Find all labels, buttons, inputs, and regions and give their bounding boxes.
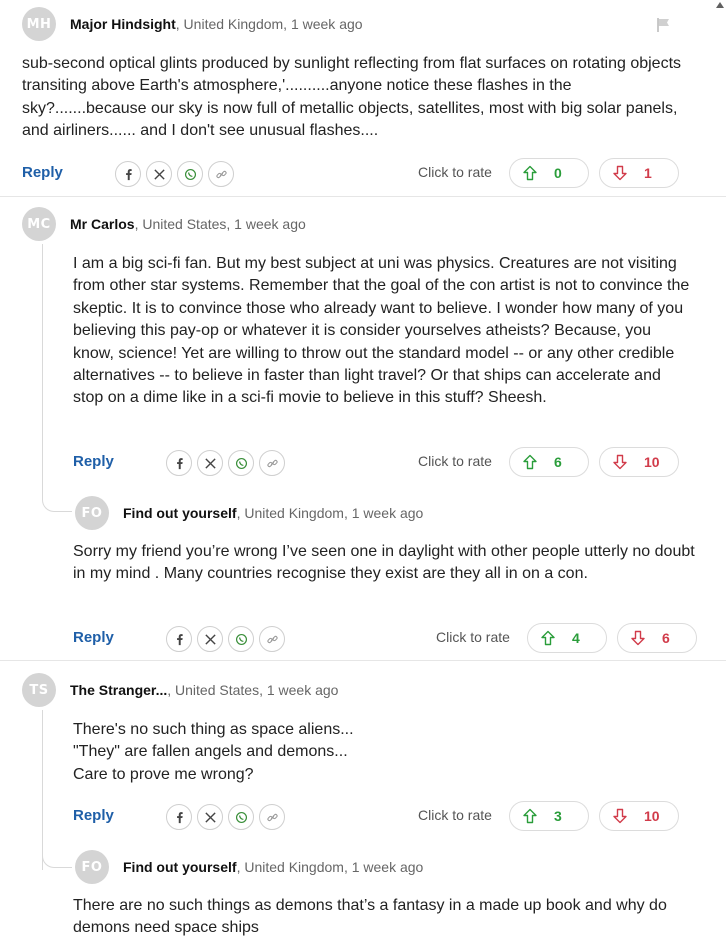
comment-reply: FO Find out yourself , United Kingdom, 1… [0, 494, 726, 660]
arrow-down-icon [631, 630, 645, 646]
arrow-down-icon [613, 165, 627, 181]
rate-label: Click to rate [418, 453, 492, 469]
avatar: TS [22, 673, 56, 707]
reply-button[interactable]: Reply [73, 629, 114, 646]
comment-author[interactable]: Find out yourself [123, 505, 237, 521]
rate-label: Click to rate [418, 807, 492, 823]
whatsapp-icon[interactable] [228, 626, 254, 652]
report-flag-icon[interactable] [656, 17, 672, 33]
share-buttons [166, 450, 285, 476]
whatsapp-icon[interactable] [177, 161, 203, 187]
link-icon[interactable] [208, 161, 234, 187]
downvote-count: 10 [644, 454, 660, 470]
comment-author[interactable]: Major Hindsight [70, 16, 176, 32]
avatar: FO [75, 496, 109, 530]
share-buttons [115, 161, 234, 187]
avatar: MC [22, 207, 56, 241]
avatar: MH [22, 7, 56, 41]
rate-label: Click to rate [436, 629, 510, 645]
arrow-down-icon [613, 808, 627, 824]
x-icon[interactable] [197, 626, 223, 652]
rate-label: Click to rate [418, 164, 492, 180]
facebook-icon[interactable] [166, 626, 192, 652]
upvote-button[interactable]: 4 [527, 623, 607, 653]
upvote-button[interactable]: 0 [509, 158, 589, 188]
reply-button[interactable]: Reply [73, 453, 114, 470]
upvote-count: 6 [554, 454, 562, 470]
comment-author[interactable]: Mr Carlos [70, 216, 135, 232]
link-icon[interactable] [259, 804, 285, 830]
downvote-count: 6 [662, 630, 670, 646]
facebook-icon[interactable] [166, 804, 192, 830]
reply-button[interactable]: Reply [22, 164, 63, 181]
downvote-count: 10 [644, 808, 660, 824]
comment-meta: , United Kingdom, 1 week ago [236, 859, 424, 875]
upvote-count: 0 [554, 165, 562, 181]
comment-author[interactable]: The Stranger... [70, 682, 167, 698]
link-icon[interactable] [259, 626, 285, 652]
comment: MC Mr Carlos , United States, 1 week ago… [0, 197, 726, 487]
upvote-count: 3 [554, 808, 562, 824]
upvote-count: 4 [572, 630, 580, 646]
comment: MH Major Hindsight , United Kingdom, 1 w… [0, 0, 726, 196]
comment-body: Sorry my friend you’re wrong I’ve seen o… [73, 543, 695, 583]
whatsapp-icon[interactable] [228, 450, 254, 476]
facebook-icon[interactable] [115, 161, 141, 187]
downvote-button[interactable]: 10 [599, 447, 679, 477]
arrow-up-icon [523, 454, 537, 470]
arrow-up-icon [523, 808, 537, 824]
downvote-button[interactable]: 6 [617, 623, 697, 653]
whatsapp-icon[interactable] [228, 804, 254, 830]
comment-meta: , United States, 1 week ago [167, 682, 339, 698]
upvote-button[interactable]: 3 [509, 801, 589, 831]
comment: TS The Stranger... , United States, 1 we… [0, 661, 726, 841]
share-buttons [166, 626, 285, 652]
arrow-down-icon [613, 454, 627, 470]
link-icon[interactable] [259, 450, 285, 476]
comment-meta: , United States, 1 week ago [134, 216, 306, 232]
downvote-button[interactable]: 10 [599, 801, 679, 831]
facebook-icon[interactable] [166, 450, 192, 476]
comment-meta: , United Kingdom, 1 week ago [175, 16, 363, 32]
x-icon[interactable] [197, 450, 223, 476]
arrow-up-icon [523, 165, 537, 181]
x-icon[interactable] [197, 804, 223, 830]
comment-body: I am a big sci-fi fan. But my best subje… [73, 255, 690, 407]
comment-reply: FO Find out yourself , United Kingdom, 1… [0, 848, 726, 948]
upvote-button[interactable]: 6 [509, 447, 589, 477]
comment-body: There are no such things as demons that’… [73, 897, 667, 937]
avatar: FO [75, 850, 109, 884]
arrow-up-icon [541, 630, 555, 646]
comment-body: sub-second optical glints produced by su… [22, 55, 682, 140]
x-icon[interactable] [146, 161, 172, 187]
comment-author[interactable]: Find out yourself [123, 859, 237, 875]
downvote-count: 1 [644, 165, 652, 181]
comment-body: There's no such thing as space aliens...… [73, 721, 354, 783]
comment-meta: , United Kingdom, 1 week ago [236, 505, 424, 521]
downvote-button[interactable]: 1 [599, 158, 679, 188]
reply-button[interactable]: Reply [73, 807, 114, 824]
share-buttons [166, 804, 285, 830]
